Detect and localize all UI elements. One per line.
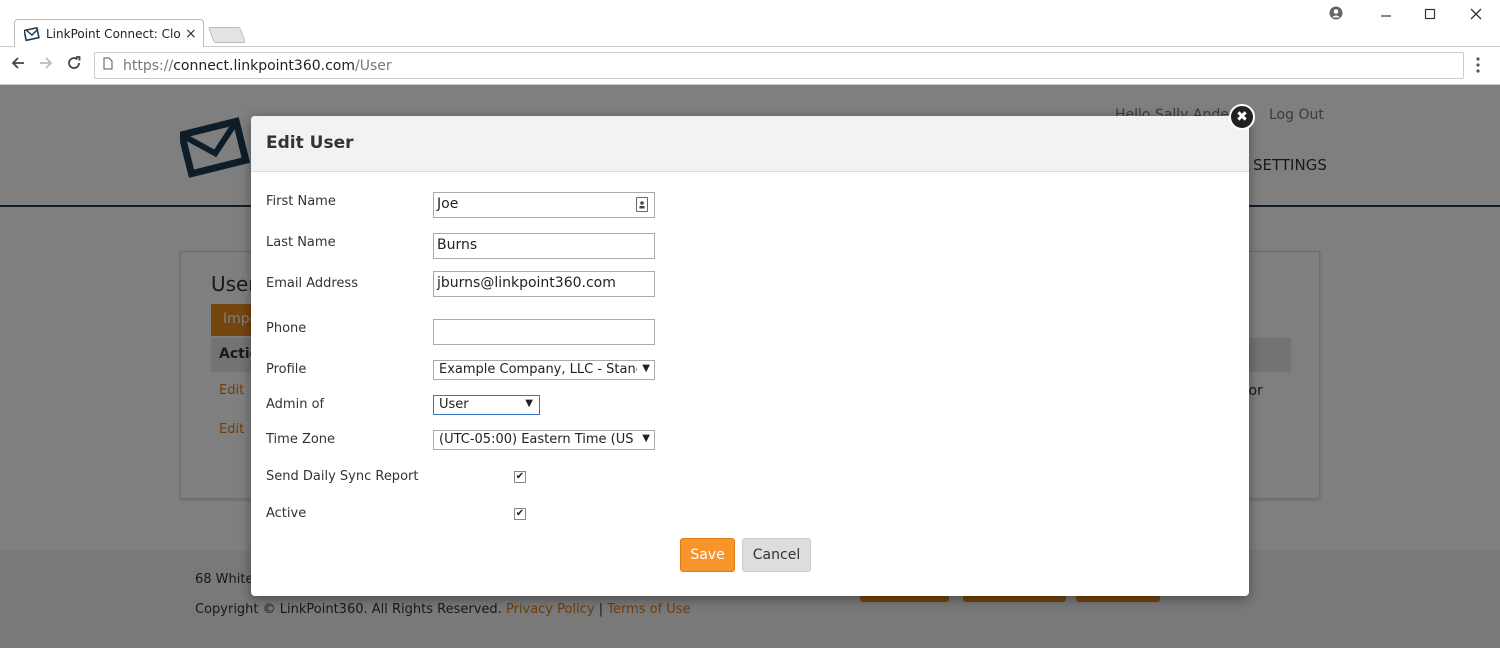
close-icon[interactable] xyxy=(1466,6,1486,24)
admin-of-select[interactable]: User ▼ xyxy=(433,395,540,415)
active-label: Active xyxy=(266,506,307,521)
profile-value: Example Company, LLC - Standard xyxy=(439,362,637,377)
chevron-down-icon: ▼ xyxy=(525,398,533,409)
last-name-field[interactable]: Burns xyxy=(433,233,655,259)
time-zone-value: (UTC-05:00) Eastern Time (US & Canada) xyxy=(439,432,637,447)
daily-sync-label: Send Daily Sync Report xyxy=(266,469,419,484)
page-icon xyxy=(103,57,113,74)
url-bar[interactable]: https://connect.linkpoint360.com/User xyxy=(94,52,1464,79)
browser-tab[interactable]: LinkPoint Connect: Cloud × xyxy=(14,19,204,48)
contact-card-icon[interactable] xyxy=(636,197,648,212)
back-icon[interactable] xyxy=(10,55,26,76)
chevron-down-icon: ▼ xyxy=(642,433,650,444)
profile-icon[interactable] xyxy=(1326,6,1346,24)
url-host: connect.linkpoint360.com xyxy=(173,57,355,74)
tab-close-icon[interactable]: × xyxy=(185,26,197,42)
first-name-field[interactable]: Joe xyxy=(433,192,655,218)
envelope-icon xyxy=(23,25,41,43)
browser-titlebar: LinkPoint Connect: Cloud × xyxy=(0,0,1500,48)
phone-field[interactable] xyxy=(433,319,655,345)
maximize-icon[interactable] xyxy=(1420,6,1440,24)
chevron-down-icon: ▼ xyxy=(642,363,650,374)
modal-header: Edit User xyxy=(251,116,1249,172)
daily-sync-checkbox[interactable]: ✔ xyxy=(514,471,526,483)
modal-title: Edit User xyxy=(266,133,354,153)
first-name-label: First Name xyxy=(266,194,336,209)
browser-toolbar: https://connect.linkpoint360.com/User xyxy=(0,47,1500,85)
edit-user-modal: Edit User First Name Joe Last Name Burns… xyxy=(251,116,1249,596)
minimize-icon[interactable] xyxy=(1376,6,1396,24)
url-path: /User xyxy=(354,57,392,74)
admin-of-label: Admin of xyxy=(266,397,325,412)
time-zone-label: Time Zone xyxy=(266,432,336,447)
admin-of-value: User xyxy=(439,397,469,412)
modal-close-icon[interactable]: ✖ xyxy=(1229,104,1255,130)
last-name-label: Last Name xyxy=(266,235,336,250)
active-checkbox[interactable]: ✔ xyxy=(514,508,526,520)
phone-label: Phone xyxy=(266,321,307,336)
email-field[interactable]: jburns@linkpoint360.com xyxy=(433,271,655,297)
url-scheme: https:// xyxy=(123,57,174,74)
profile-select[interactable]: Example Company, LLC - Standard ▼ xyxy=(433,360,655,380)
save-button[interactable]: Save xyxy=(680,538,735,572)
forward-icon[interactable] xyxy=(38,55,54,76)
time-zone-select[interactable]: (UTC-05:00) Eastern Time (US & Canada) ▼ xyxy=(433,430,655,450)
email-label: Email Address xyxy=(266,276,358,291)
new-tab-button[interactable] xyxy=(208,27,246,43)
reload-icon[interactable] xyxy=(66,55,82,76)
tab-title: LinkPoint Connect: Cloud xyxy=(46,27,181,41)
cancel-button[interactable]: Cancel xyxy=(742,538,811,572)
first-name-value: Joe xyxy=(437,196,459,212)
menu-icon[interactable] xyxy=(1476,57,1480,77)
profile-label: Profile xyxy=(266,362,307,377)
